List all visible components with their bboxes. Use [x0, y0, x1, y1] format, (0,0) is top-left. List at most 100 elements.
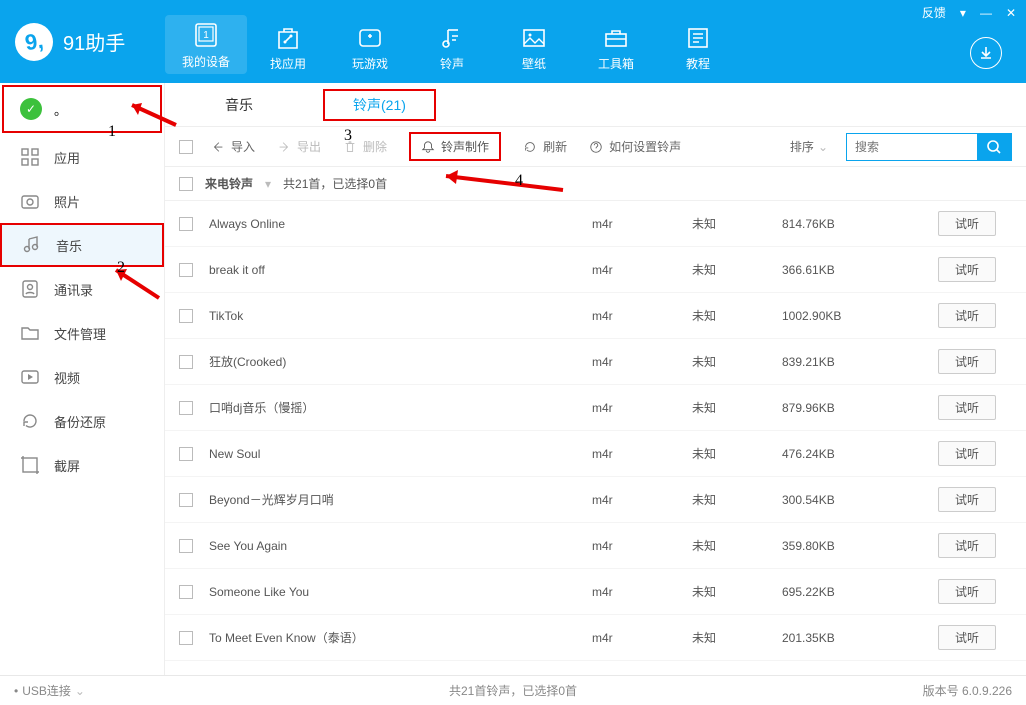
listen-button[interactable]: 试听	[938, 533, 996, 558]
search-box	[846, 133, 1012, 161]
video-icon	[20, 367, 40, 387]
sidebar-item-backup[interactable]: 备份还原	[0, 399, 164, 443]
chevron-down-icon[interactable]: ⌄	[75, 684, 85, 698]
row-artist: 未知	[692, 215, 782, 232]
sidebar-device[interactable]: ✓ 。	[2, 85, 162, 133]
search-button[interactable]	[977, 133, 1011, 161]
nav-wallpapers[interactable]: 壁纸	[493, 17, 575, 72]
export-button[interactable]: 导出	[277, 138, 321, 155]
section-info: 共21首，已选择0首	[283, 175, 387, 192]
import-button[interactable]: 导入	[211, 138, 255, 155]
table-row[interactable]: New Soulm4r未知476.24KB试听	[165, 431, 1026, 477]
listen-button[interactable]: 试听	[938, 349, 996, 374]
tab-ringtone[interactable]: 铃声(21)	[323, 89, 436, 121]
device-name: 。	[54, 100, 67, 119]
nav-toolbox[interactable]: 工具箱	[575, 17, 657, 72]
listen-button[interactable]: 试听	[938, 625, 996, 650]
table-row[interactable]: Always Onlinem4r未知814.76KB试听	[165, 201, 1026, 247]
usb-status[interactable]: USB连接	[22, 682, 71, 699]
row-format: m4r	[592, 263, 692, 277]
table-row[interactable]: 口哨dj音乐（慢摇）m4r未知879.96KB试听	[165, 385, 1026, 431]
row-size: 476.24KB	[782, 447, 922, 461]
nav-my-device[interactable]: 1 我的设备	[165, 15, 247, 74]
row-size: 879.96KB	[782, 401, 922, 415]
listen-button[interactable]: 试听	[938, 395, 996, 420]
listen-button[interactable]: 试听	[938, 303, 996, 328]
top-nav: 1 我的设备 找应用 玩游戏 铃声 壁纸 工具箱 教程	[165, 0, 739, 83]
section-title: 来电铃声	[205, 175, 253, 192]
section-checkbox[interactable]	[179, 177, 193, 191]
listen-button[interactable]: 试听	[938, 487, 996, 512]
sidebar-item-apps[interactable]: 应用	[0, 135, 164, 179]
sidebar-item-music[interactable]: 音乐	[0, 223, 164, 267]
table-row[interactable]: Beyond－光辉岁月口哨m4r未知300.54KB试听	[165, 477, 1026, 523]
row-checkbox[interactable]	[179, 309, 193, 323]
row-name: To Meet Even Know（泰语）	[193, 629, 592, 646]
row-format: m4r	[592, 539, 692, 553]
tab-music[interactable]: 音乐	[215, 91, 263, 119]
sidebar-item-screenshot[interactable]: 截屏	[0, 443, 164, 487]
device-status-icon: ✓	[20, 98, 42, 120]
wallpaper-icon	[493, 21, 575, 55]
contacts-icon	[20, 279, 40, 299]
download-button[interactable]	[970, 37, 1002, 69]
row-checkbox[interactable]	[179, 539, 193, 553]
sidebar-item-video[interactable]: 视频	[0, 355, 164, 399]
refresh-button[interactable]: 刷新	[523, 138, 567, 155]
table-row[interactable]: To Meet Even Know（泰语）m4r未知201.35KB试听	[165, 615, 1026, 661]
minimize-button[interactable]: —	[980, 6, 992, 20]
listen-button[interactable]: 试听	[938, 211, 996, 236]
select-all-checkbox[interactable]	[179, 140, 193, 154]
close-button[interactable]: ✕	[1006, 6, 1016, 20]
table-row[interactable]: 狂放(Crooked)m4r未知839.21KB试听	[165, 339, 1026, 385]
howto-button[interactable]: 如何设置铃声	[589, 138, 681, 155]
search-input[interactable]	[847, 140, 977, 154]
bell-icon	[421, 140, 435, 154]
table-row[interactable]: Someone Like Youm4r未知695.22KB试听	[165, 569, 1026, 615]
sort-dropdown[interactable]: 排序 ⌄	[790, 138, 828, 155]
row-checkbox[interactable]	[179, 401, 193, 415]
row-format: m4r	[592, 401, 692, 415]
camera-icon	[20, 191, 40, 211]
sidebar-item-photos[interactable]: 照片	[0, 179, 164, 223]
row-checkbox[interactable]	[179, 355, 193, 369]
row-name: Always Online	[193, 217, 592, 231]
listen-button[interactable]: 试听	[938, 257, 996, 282]
app-name: 91助手	[63, 27, 125, 56]
dropdown-arrow-icon[interactable]: ▾	[265, 177, 271, 191]
row-artist: 未知	[692, 261, 782, 278]
row-name: TikTok	[193, 309, 592, 323]
tutorial-icon	[657, 21, 739, 55]
row-checkbox[interactable]	[179, 217, 193, 231]
import-icon	[211, 140, 225, 154]
row-artist: 未知	[692, 629, 782, 646]
menu-dropdown-icon[interactable]: ▾	[960, 6, 966, 20]
row-size: 1002.90KB	[782, 309, 922, 323]
make-ringtone-button[interactable]: 铃声制作	[409, 132, 501, 161]
svg-text:1: 1	[203, 30, 209, 41]
row-name: 口哨dj音乐（慢摇）	[193, 399, 592, 416]
selection-summary: 共21首铃声，已选择0首	[449, 682, 577, 699]
sidebar-item-files[interactable]: 文件管理	[0, 311, 164, 355]
bag-icon	[247, 21, 329, 55]
row-checkbox[interactable]	[179, 263, 193, 277]
row-checkbox[interactable]	[179, 447, 193, 461]
delete-button[interactable]: 删除	[343, 138, 387, 155]
table-row[interactable]: break it offm4r未知366.61KB试听	[165, 247, 1026, 293]
toolbar: 导入 导出 删除 铃声制作 刷新 如何设置铃声	[165, 127, 1026, 167]
nav-tutorials[interactable]: 教程	[657, 17, 739, 72]
nav-find-apps[interactable]: 找应用	[247, 17, 329, 72]
row-checkbox[interactable]	[179, 585, 193, 599]
listen-button[interactable]: 试听	[938, 441, 996, 466]
export-icon	[277, 140, 291, 154]
app-header: 9, 91助手 1 我的设备 找应用 玩游戏 铃声 壁纸 工具箱 教程	[0, 0, 1026, 83]
nav-ringtones[interactable]: 铃声	[411, 17, 493, 72]
feedback-link[interactable]: 反馈	[922, 4, 946, 21]
nav-play-games[interactable]: 玩游戏	[329, 17, 411, 72]
table-row[interactable]: See You Againm4r未知359.80KB试听	[165, 523, 1026, 569]
row-checkbox[interactable]	[179, 631, 193, 645]
listen-button[interactable]: 试听	[938, 579, 996, 604]
table-row[interactable]: TikTokm4r未知1002.90KB试听	[165, 293, 1026, 339]
row-checkbox[interactable]	[179, 493, 193, 507]
sidebar-item-contacts[interactable]: 通讯录	[0, 267, 164, 311]
